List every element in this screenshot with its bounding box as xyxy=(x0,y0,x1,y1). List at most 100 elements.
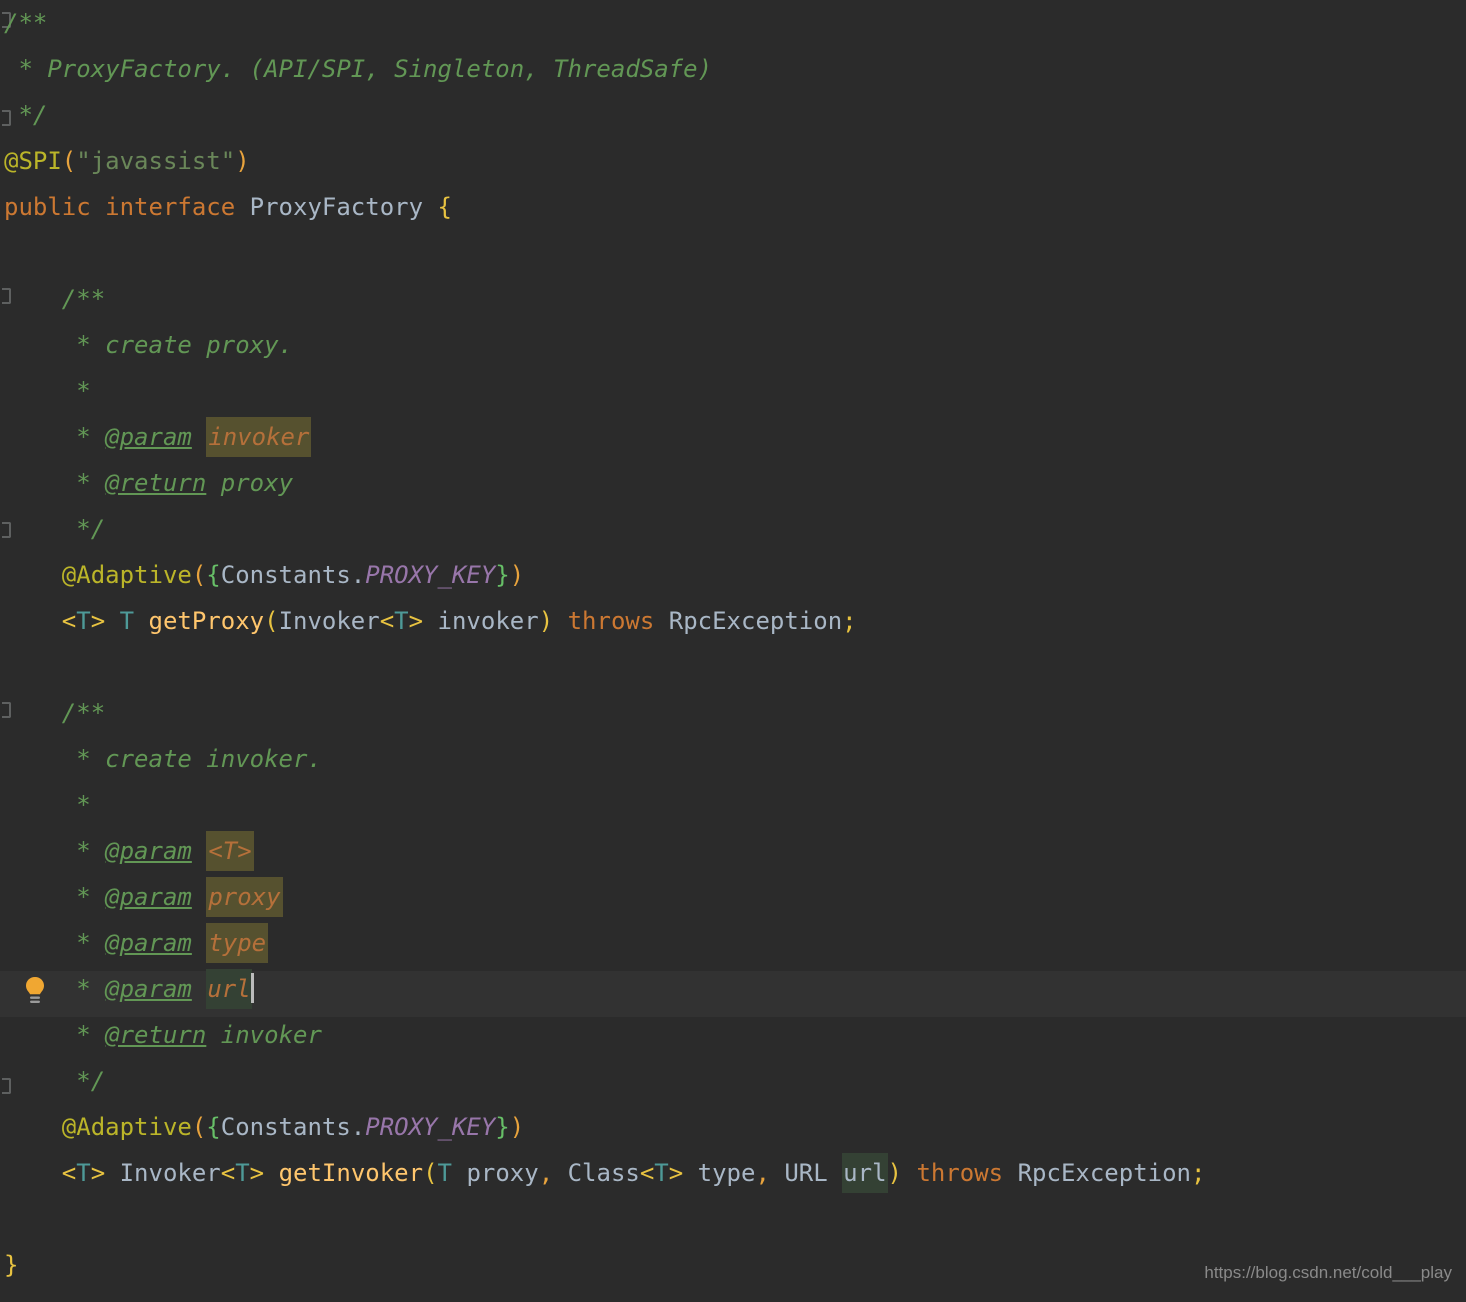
brace-close: } xyxy=(495,561,510,589)
code-line[interactable]: <T> T getProxy(Invoker<T> invoker) throw… xyxy=(0,598,1466,644)
static-constant: PROXY_KEY xyxy=(365,1113,496,1141)
javadoc-star: * xyxy=(76,837,91,865)
javadoc-text: * create invoker. xyxy=(76,745,322,773)
text-caret xyxy=(250,973,254,1003)
param-type: Invoker xyxy=(278,607,380,635)
javadoc-return-text: invoker xyxy=(220,1021,322,1049)
code-line[interactable]: /** xyxy=(0,276,1466,322)
lightbulb-icon[interactable] xyxy=(22,975,48,1005)
code-line[interactable]: <T> Invoker<T> getInvoker(T proxy, Class… xyxy=(0,1150,1466,1196)
javadoc-star: * xyxy=(76,975,91,1003)
return-type: Invoker xyxy=(119,1159,221,1187)
paren-open: ( xyxy=(61,147,77,175)
paren-open: ( xyxy=(423,1159,438,1187)
string-literal: "javassist" xyxy=(76,147,236,175)
code-line-current[interactable]: * @param url xyxy=(0,966,1466,1012)
javadoc-text: * xyxy=(76,791,91,819)
code-editor[interactable]: /** * ProxyFactory. (API/SPI, Singleton,… xyxy=(0,0,1466,1302)
generic-open: < xyxy=(379,607,395,635)
code-line[interactable]: * @param <T> xyxy=(0,828,1466,874)
code-line[interactable]: * @param proxy xyxy=(0,874,1466,920)
javadoc-tag-param: @param xyxy=(105,975,192,1003)
code-line-blank[interactable] xyxy=(0,644,1466,690)
generic-open: < xyxy=(61,607,77,635)
paren-close: ) xyxy=(235,147,250,175)
generic-open: < xyxy=(220,1159,236,1187)
paren-close: ) xyxy=(509,1113,525,1141)
class-reference: Constants. xyxy=(220,1113,366,1141)
javadoc-tag-return: @return xyxy=(105,1021,207,1049)
code-line[interactable]: @SPI("javassist") xyxy=(0,138,1466,184)
paren-open: ( xyxy=(191,561,207,589)
brace-close: } xyxy=(4,1251,19,1279)
param-name: type xyxy=(697,1159,756,1187)
javadoc-tag-param: @param xyxy=(105,423,192,451)
watermark-url: https://blog.csdn.net/cold___play xyxy=(1204,1263,1452,1282)
method-name: getProxy xyxy=(148,607,265,635)
code-line[interactable]: */ xyxy=(0,506,1466,552)
javadoc-close: */ xyxy=(76,1067,106,1095)
keyword-public: public xyxy=(4,193,91,221)
type-parameter: T xyxy=(654,1159,669,1187)
code-line[interactable]: * @return invoker xyxy=(0,1012,1466,1058)
javadoc-return-text: proxy xyxy=(220,469,294,497)
class-reference: Constants. xyxy=(220,561,366,589)
paren-close: ) xyxy=(887,1159,902,1187)
brace-open: { xyxy=(206,561,221,589)
code-line[interactable]: * xyxy=(0,782,1466,828)
annotation-adaptive: @Adaptive xyxy=(61,1113,192,1141)
javadoc-open: /** xyxy=(61,699,106,727)
param-name: invoker xyxy=(437,607,539,635)
code-line[interactable]: * @return proxy xyxy=(0,460,1466,506)
annotation-spi: @SPI xyxy=(4,147,62,175)
param-name: proxy xyxy=(466,1159,539,1187)
code-line[interactable]: */ xyxy=(0,92,1466,138)
type-parameter: T xyxy=(76,1159,91,1187)
javadoc-param-name: proxy xyxy=(206,877,283,917)
static-constant: PROXY_KEY xyxy=(365,561,496,589)
code-line[interactable]: @Adaptive({Constants.PROXY_KEY}) xyxy=(0,1104,1466,1150)
code-line[interactable]: * xyxy=(0,368,1466,414)
type-parameter: T xyxy=(235,1159,250,1187)
semicolon: ; xyxy=(1190,1159,1206,1187)
code-content[interactable]: /** * ProxyFactory. (API/SPI, Singleton,… xyxy=(0,0,1466,1288)
param-type: T xyxy=(437,1159,452,1187)
javadoc-tag-param: @param xyxy=(105,929,192,957)
javadoc-star: * xyxy=(76,883,91,911)
method-name: getInvoker xyxy=(278,1159,424,1187)
generic-close: > xyxy=(668,1159,684,1187)
code-line-blank[interactable] xyxy=(0,1196,1466,1242)
annotation-adaptive: @Adaptive xyxy=(61,561,192,589)
generic-close: > xyxy=(408,607,424,635)
javadoc-param-name: type xyxy=(206,923,269,963)
generic-close: > xyxy=(249,1159,265,1187)
code-line[interactable]: public interface ProxyFactory { xyxy=(0,184,1466,230)
code-line[interactable]: /** xyxy=(0,690,1466,736)
semicolon: ; xyxy=(842,607,857,635)
code-line[interactable]: /** xyxy=(0,0,1466,46)
param-type: URL xyxy=(784,1159,828,1187)
javadoc-tag-param: @param xyxy=(105,837,192,865)
javadoc-param-name: invoker xyxy=(206,417,312,457)
javadoc-star: * xyxy=(76,423,91,451)
javadoc-tag-param: @param xyxy=(105,883,192,911)
code-line[interactable]: * create invoker. xyxy=(0,736,1466,782)
javadoc-open: /** xyxy=(4,9,48,37)
keyword-throws: throws xyxy=(567,607,655,635)
javadoc-star: * xyxy=(76,1021,91,1049)
javadoc-text: * ProxyFactory. (API/SPI, Singleton, Thr… xyxy=(4,55,713,83)
javadoc-close: */ xyxy=(4,101,48,129)
brace-open: { xyxy=(206,1113,221,1141)
code-line[interactable]: * ProxyFactory. (API/SPI, Singleton, Thr… xyxy=(0,46,1466,92)
exception-type: RpcException xyxy=(1017,1159,1191,1187)
code-line[interactable]: * @param invoker xyxy=(0,414,1466,460)
javadoc-close: */ xyxy=(76,515,106,543)
code-line[interactable]: * @param type xyxy=(0,920,1466,966)
code-line[interactable]: @Adaptive({Constants.PROXY_KEY}) xyxy=(0,552,1466,598)
generic-open: < xyxy=(61,1159,77,1187)
code-line[interactable]: */ xyxy=(0,1058,1466,1104)
code-line[interactable]: * create proxy. xyxy=(0,322,1466,368)
code-line-blank[interactable] xyxy=(0,230,1466,276)
paren-close: ) xyxy=(509,561,525,589)
javadoc-star: * xyxy=(76,929,91,957)
